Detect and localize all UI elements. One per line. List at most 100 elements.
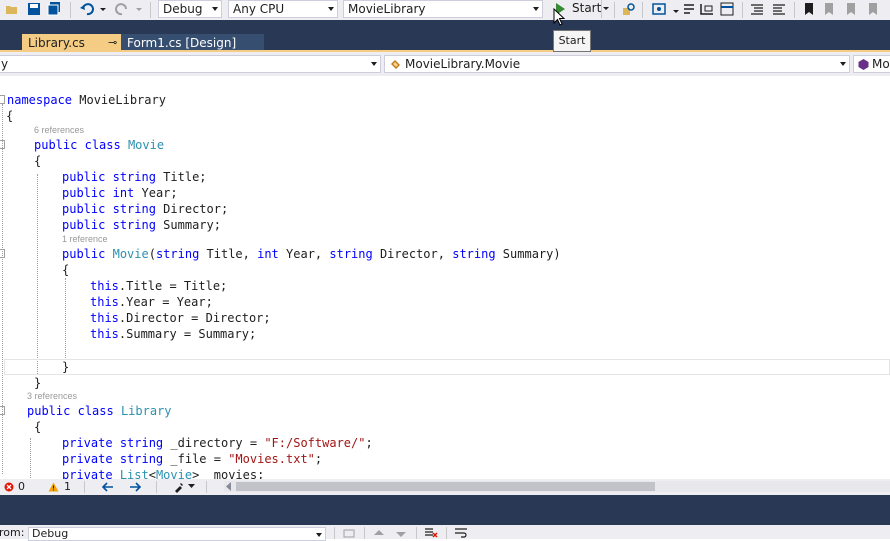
brush-dropdown-icon[interactable] — [188, 484, 195, 489]
chevron-down-icon — [371, 62, 377, 66]
redo-icon[interactable] — [115, 2, 129, 16]
separator — [364, 527, 365, 539]
indent-guide — [65, 278, 66, 358]
toolbar-separator — [70, 2, 71, 18]
word-wrap-icon[interactable] — [454, 527, 468, 539]
code-line: this.Summary = Summary; — [90, 327, 257, 341]
current-line-highlight — [4, 359, 890, 375]
previous-bookmark-icon[interactable] — [822, 2, 836, 16]
uncomment-icon[interactable] — [772, 2, 786, 16]
save-all-icon[interactable] — [47, 2, 61, 16]
next-bookmark-icon[interactable] — [844, 2, 858, 16]
start-dropdown-icon[interactable] — [602, 6, 610, 12]
chevron-down-icon — [316, 533, 322, 537]
code-line: } — [62, 360, 70, 374]
error-icon[interactable] — [4, 482, 14, 492]
codelens-references[interactable]: 6 references — [34, 125, 84, 135]
hierarchy-icon[interactable] — [700, 2, 714, 16]
warning-count[interactable]: 1 — [64, 480, 71, 493]
save-icon[interactable] — [27, 2, 41, 16]
startup-project-value: MovieLibrary — [348, 2, 426, 16]
diagram-icon[interactable] — [720, 2, 734, 16]
code-line: public int Year; — [62, 186, 178, 200]
browser-link-dropdown-icon[interactable] — [672, 2, 680, 16]
separator — [84, 481, 85, 493]
code-line: namespace MovieLibrary — [7, 93, 166, 107]
code-line: { — [34, 154, 42, 168]
next-message-icon[interactable] — [394, 528, 408, 539]
undo-dropdown-icon[interactable] — [99, 2, 107, 16]
redo-dropdown-icon[interactable] — [135, 2, 143, 16]
platform-select[interactable]: Any CPU — [228, 0, 338, 18]
separator — [334, 527, 335, 539]
codelens-references[interactable]: 3 references — [27, 391, 77, 401]
collapse-namespace-icon[interactable] — [0, 95, 5, 104]
output-toolbar: rom: Debug — [0, 525, 890, 541]
scroll-left-icon[interactable] — [226, 482, 232, 491]
collapse-class-movie-icon[interactable] — [0, 140, 5, 149]
find-message-icon[interactable] — [342, 528, 356, 539]
brush-icon[interactable] — [173, 481, 185, 493]
code-line: } — [34, 376, 42, 390]
warning-icon[interactable] — [48, 482, 59, 492]
error-count[interactable]: 0 — [18, 480, 25, 493]
code-line: this.Director = Director; — [90, 311, 271, 325]
code-line: { — [62, 263, 70, 277]
standard-toolbar: Debug Any CPU MovieLibrary Start — [0, 0, 890, 20]
type-nav-value: MovieLibrary.Movie — [405, 57, 521, 71]
outline-guide — [2, 104, 3, 474]
codelens-references[interactable]: 1 reference — [62, 234, 108, 244]
member-icon — [858, 59, 869, 70]
code-line: private string _file = "Movies.txt"; — [62, 452, 323, 466]
tab-label: Library.cs — [28, 36, 85, 50]
pin-icon[interactable]: ⊸ — [108, 36, 117, 49]
output-panel-header — [0, 495, 890, 525]
bookmark-icon[interactable] — [802, 2, 816, 16]
mouse-cursor-icon — [553, 8, 565, 26]
start-tooltip: Start — [553, 30, 591, 52]
member-nav-dropdown[interactable]: Mo — [853, 55, 890, 73]
output-source-value: Debug — [32, 527, 69, 540]
code-line: public class Movie — [34, 138, 165, 152]
tab-label: Form1.cs [Design] — [127, 36, 237, 50]
startup-project-select[interactable]: MovieLibrary — [343, 0, 543, 18]
chevron-down-icon — [533, 7, 539, 11]
start-label: Start — [572, 1, 602, 15]
collapse-class-library-icon[interactable] — [0, 406, 5, 415]
clear-all-icon[interactable] — [424, 527, 438, 539]
navigate-forward-icon[interactable] — [129, 481, 142, 493]
previous-message-icon[interactable] — [372, 528, 386, 539]
separator — [156, 481, 157, 493]
code-line: { — [34, 420, 42, 434]
code-line: public Movie(string Title, int Year, str… — [62, 247, 561, 261]
code-line: public class Library — [27, 404, 172, 418]
comment-icon[interactable] — [750, 2, 764, 16]
type-nav-dropdown[interactable]: MovieLibrary.Movie — [384, 55, 850, 73]
scrollbar-thumb[interactable] — [236, 482, 655, 491]
code-editor[interactable]: namespace MovieLibrary { 6 references pu… — [0, 76, 890, 479]
clear-bookmarks-icon[interactable] — [866, 2, 880, 16]
toolbar-separator — [614, 2, 615, 18]
code-line: this.Title = Title; — [90, 279, 228, 293]
code-line: this.Year = Year; — [90, 295, 213, 309]
toolbar-separator — [642, 2, 643, 18]
class-icon — [391, 60, 400, 69]
configuration-value: Debug — [163, 2, 203, 16]
open-folder-icon[interactable] — [5, 2, 19, 16]
configuration-select[interactable]: Debug — [158, 0, 222, 18]
step-icon[interactable] — [682, 2, 696, 16]
collapse-constructor-icon[interactable] — [0, 249, 5, 258]
show-output-from-label: rom: — [0, 526, 25, 539]
project-nav-dropdown[interactable]: y — [0, 55, 381, 73]
indent-guide — [37, 174, 38, 374]
navigate-backward-icon[interactable] — [101, 481, 114, 493]
member-nav-value: Mo — [872, 57, 890, 71]
chevron-down-icon — [212, 7, 218, 11]
project-nav-value: y — [1, 57, 9, 71]
browser-link-icon[interactable] — [652, 2, 666, 16]
toolbar-separator — [794, 2, 795, 18]
chevron-down-icon — [840, 62, 846, 66]
undo-icon[interactable] — [80, 2, 94, 16]
find-icon[interactable] — [622, 2, 636, 16]
code-line: private List<Movie> _movies; — [62, 468, 265, 479]
